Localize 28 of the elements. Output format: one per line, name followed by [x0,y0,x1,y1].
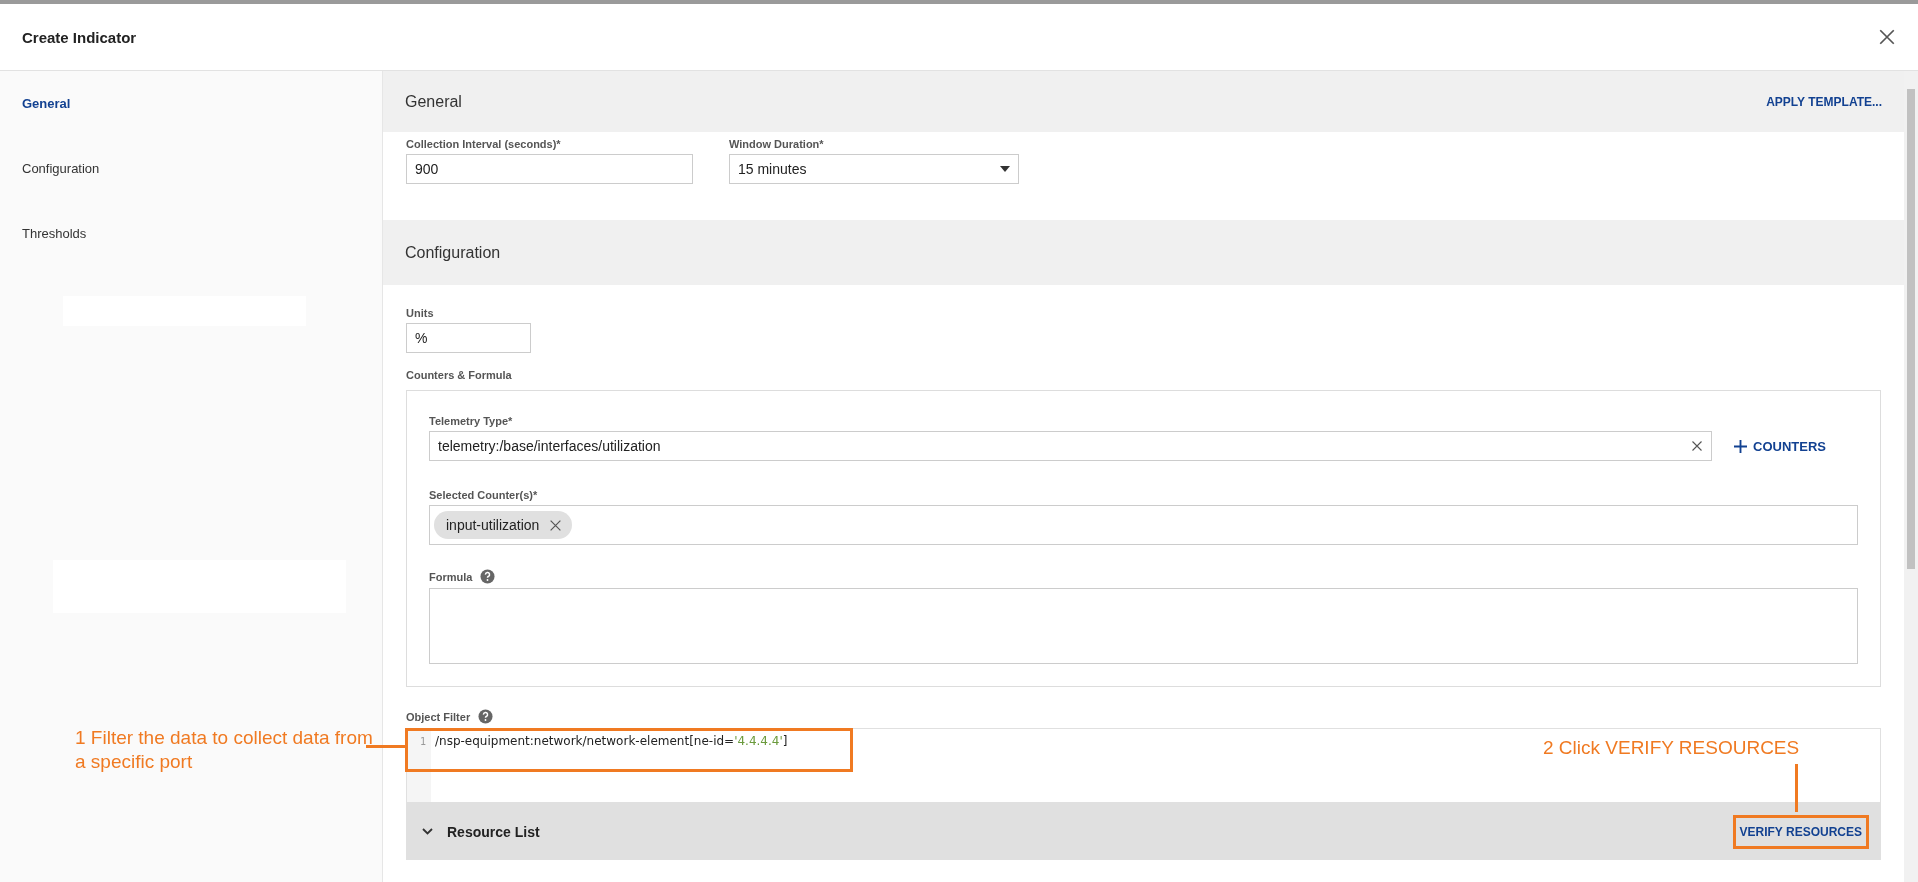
section-title: Configuration [405,243,501,262]
field-label: Counters & Formula [406,369,513,381]
input-field[interactable]: 900 [406,154,693,184]
input-field[interactable]: telemetry:/base/interfaces/utilization [429,431,1713,461]
line-number: 1 [418,736,426,747]
field-label: Selected Counter(s)* [429,489,539,501]
dropdown-field[interactable]: 15 minutes [729,154,1019,184]
annotation-text: 1 Filter the data to collect data from a specific port [75,726,374,774]
field-label: Object Filter [406,709,1881,724]
section-title: General [405,92,462,111]
field-label: Collection Interval (seconds)* [406,138,562,150]
code-line: /nsp-equipment:network/network-element[ne-id='4.4.4.4'] [434,733,789,750]
chip-field[interactable]: input-utilization [429,505,1858,545]
field-label: Telemetry Type* [429,415,514,427]
nav-item[interactable]: Configuration [0,136,382,201]
add-counters-button[interactable]: COUNTERS [1730,434,1830,458]
annotation-text: 2 Click VERIFY RESOURCES [1543,736,1800,760]
input-field[interactable]: % [406,323,531,353]
nav-item[interactable]: Thresholds [0,201,382,266]
apply-template-link[interactable]: APPLY TEMPLATE... [1766,94,1882,109]
field-label: Units [406,307,435,319]
field-label: Formula [429,569,1858,584]
counter-chip[interactable]: input-utilization [434,511,573,539]
verify-resources-button[interactable]: VERIFY RESOURCES [1732,814,1869,849]
section-title: Resource List [447,823,540,840]
field-label: Window Duration* [729,138,825,150]
dialog-title: Create Indicator [22,28,137,46]
nav-item[interactable]: General [0,71,382,136]
